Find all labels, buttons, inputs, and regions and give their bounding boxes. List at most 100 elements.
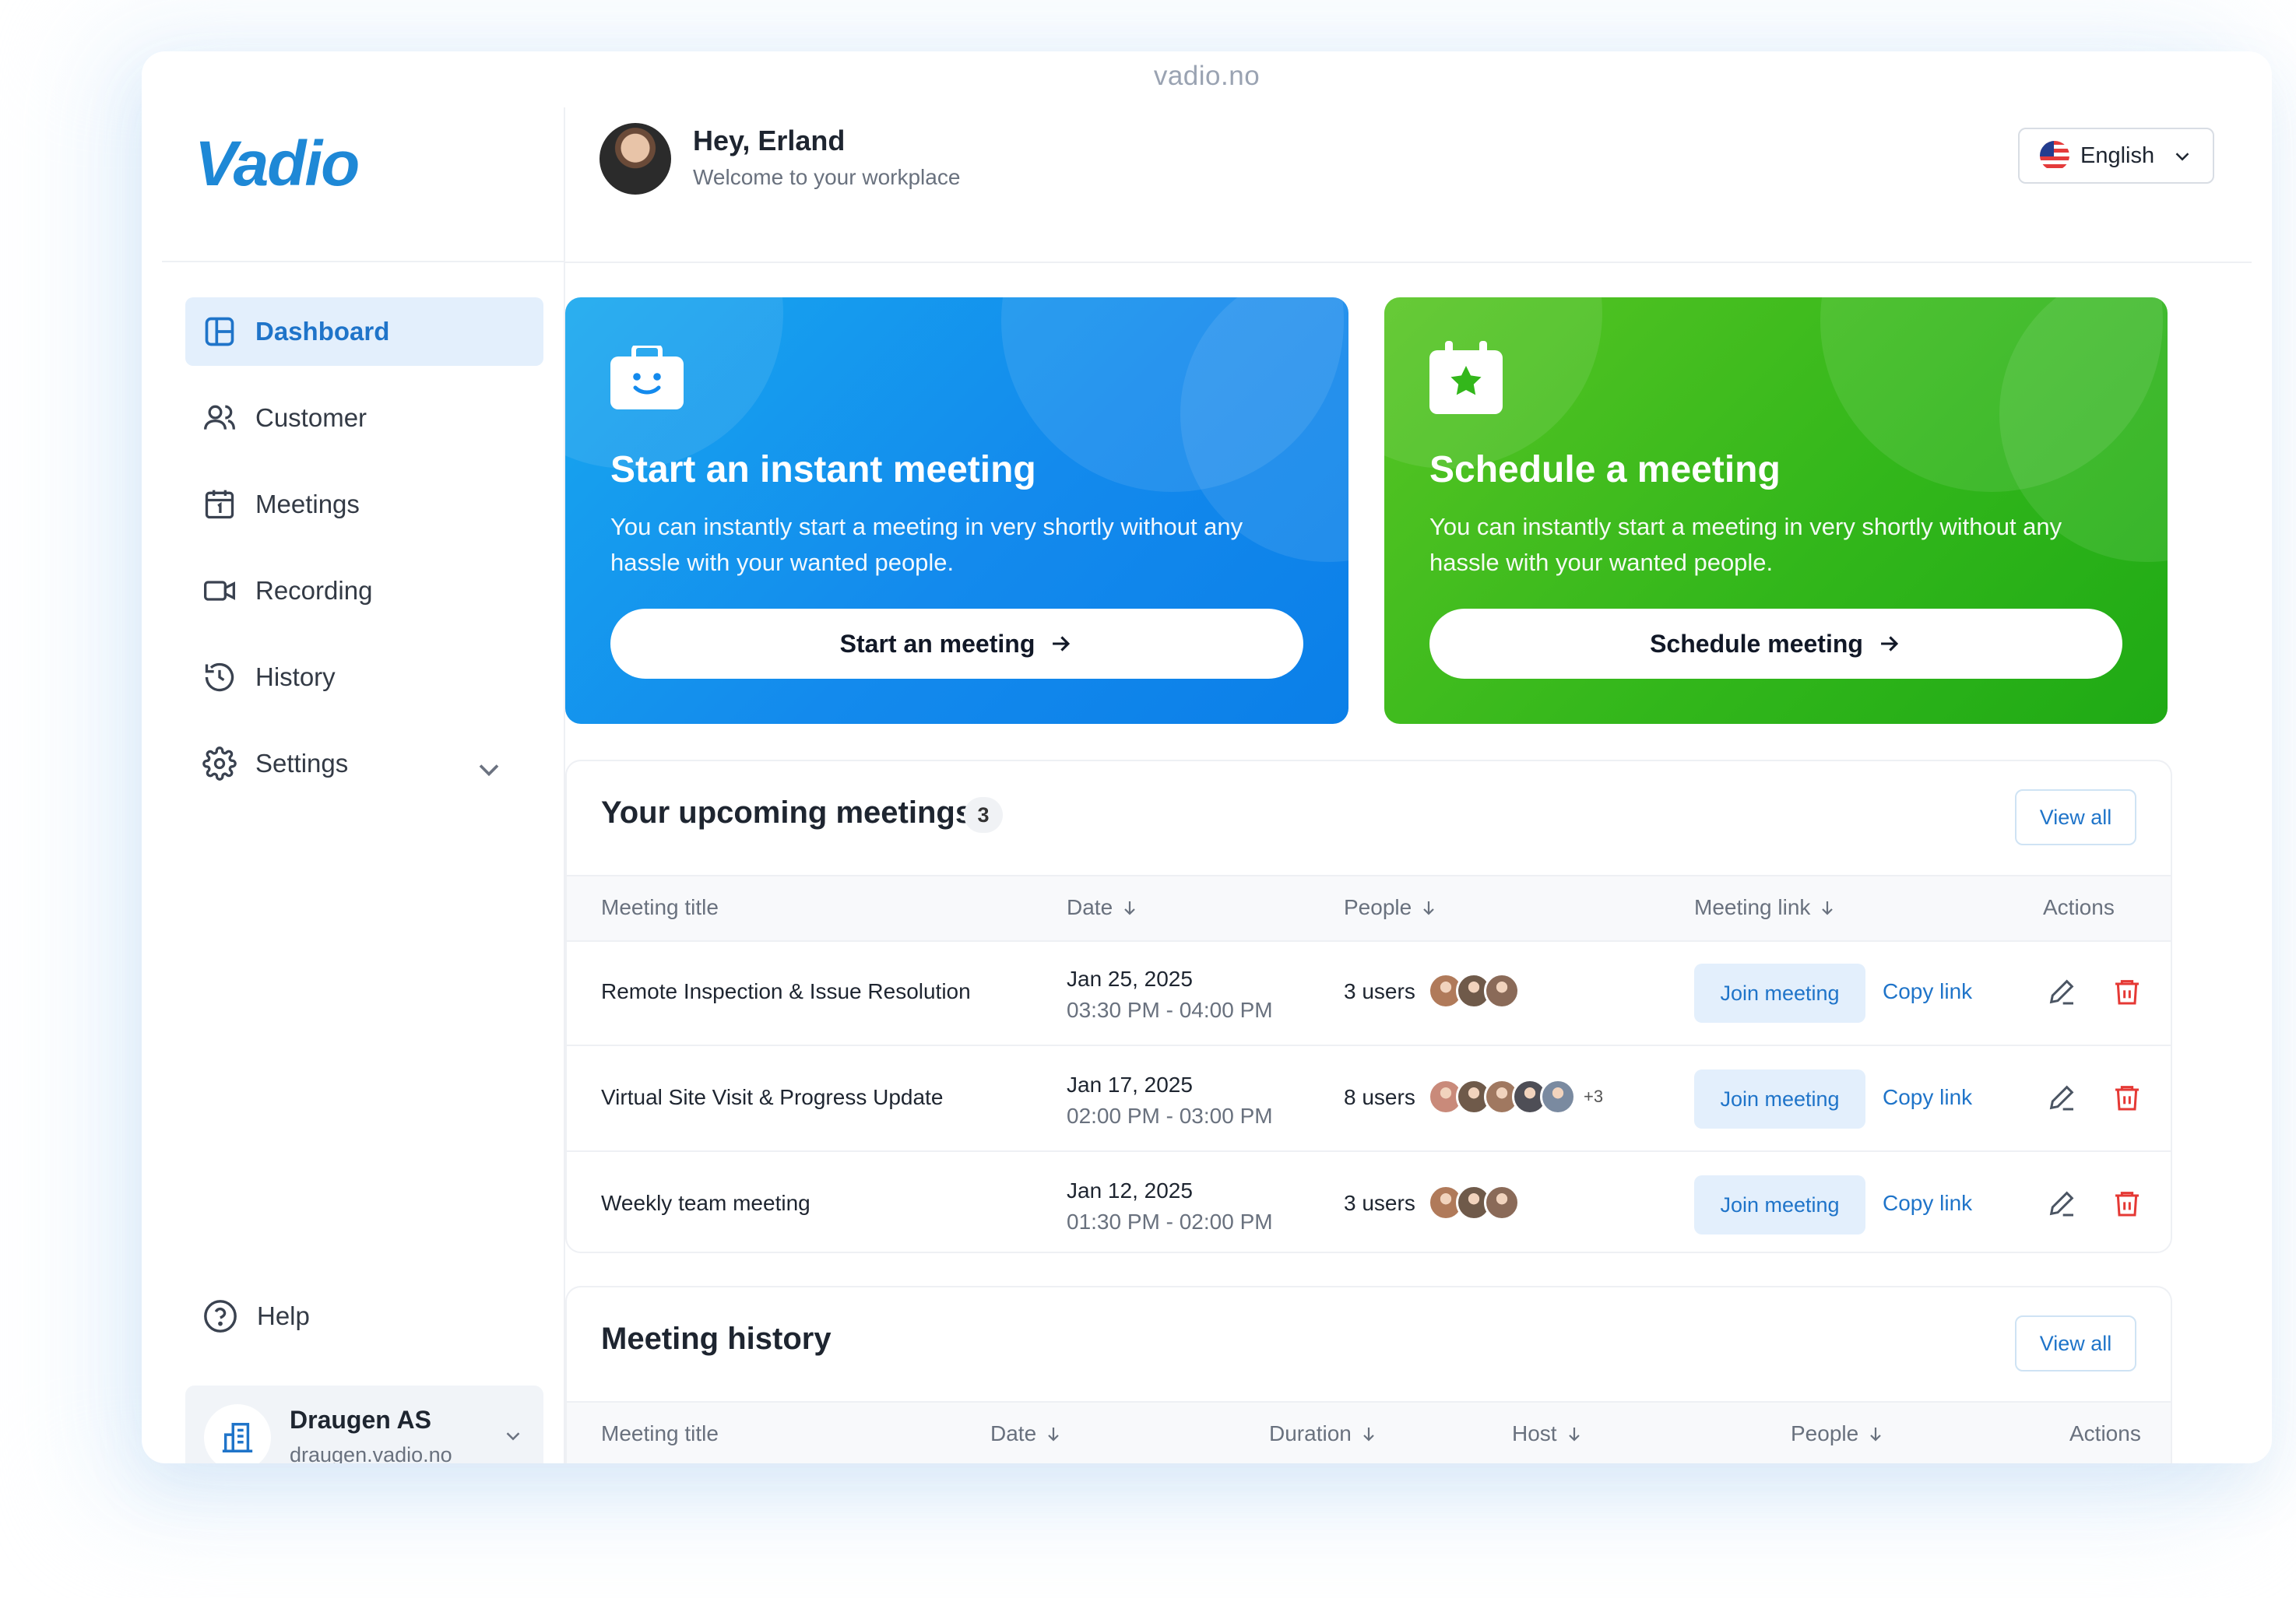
column-label: Date bbox=[990, 1421, 1037, 1445]
time-text: 01:30 PM - 02:00 PM bbox=[1067, 1210, 1273, 1234]
help-link[interactable]: Help bbox=[202, 1298, 310, 1334]
browser-window: vadio.no Vadio Dashboard Customer Meetin… bbox=[142, 51, 2272, 1463]
meeting-history-panel: Meeting history View all Meeting title D… bbox=[565, 1286, 2172, 1463]
participant-avatar bbox=[1484, 973, 1520, 1009]
column-header-host[interactable]: Host bbox=[1512, 1421, 1584, 1446]
more-participants-count: +3 bbox=[1584, 1087, 1604, 1106]
welcome-text: Welcome to your workplace bbox=[693, 165, 961, 189]
join-meeting-button[interactable]: Join meeting bbox=[1694, 964, 1865, 1023]
table-row: Remote Inspection & Issue Resolution Jan… bbox=[567, 940, 2171, 1046]
time-text: 03:30 PM - 04:00 PM bbox=[1067, 998, 1273, 1022]
trash-icon[interactable] bbox=[2111, 1082, 2143, 1113]
copy-link[interactable]: Copy link bbox=[1883, 979, 1972, 1004]
layout-icon bbox=[205, 317, 234, 346]
sidebar-item-settings[interactable]: Settings bbox=[185, 729, 543, 798]
date-text: Jan 17, 2025 bbox=[1067, 1073, 1193, 1097]
card-title: Start an instant meeting bbox=[610, 449, 1036, 490]
sidebar: Vadio Dashboard Customer Meetings Record… bbox=[162, 107, 565, 1463]
column-label: Meeting link bbox=[1694, 895, 1811, 919]
column-header: Meeting title bbox=[601, 895, 719, 920]
trash-icon[interactable] bbox=[2111, 1188, 2143, 1219]
date-text: Jan 25, 2025 bbox=[1067, 967, 1193, 991]
sort-arrow-icon bbox=[1423, 901, 1434, 915]
sidebar-item-dashboard[interactable]: Dashboard bbox=[185, 297, 543, 366]
chevron-down-icon bbox=[506, 1432, 520, 1441]
table-row: Virtual Site Visit & Progress Update Jan… bbox=[567, 1046, 2171, 1152]
column-label: Actions bbox=[2069, 1421, 2141, 1445]
language-select[interactable]: English bbox=[2018, 128, 2214, 184]
column-label: People bbox=[1344, 895, 1412, 919]
users-icon bbox=[204, 405, 235, 430]
sidebar-item-customer[interactable]: Customer bbox=[185, 384, 543, 452]
card-title: Schedule a meeting bbox=[1429, 449, 1781, 490]
pencil-icon[interactable] bbox=[2046, 976, 2077, 1007]
sidebar-item-label: Settings bbox=[255, 749, 349, 778]
section-title: Meeting history bbox=[601, 1322, 832, 1356]
sidebar-item-label: Dashboard bbox=[255, 317, 390, 346]
organization-switcher[interactable]: Draugen AS draugen.vadio.no bbox=[185, 1386, 543, 1463]
calendar-star-icon bbox=[1429, 341, 1503, 414]
sidebar-item-label: History bbox=[255, 662, 336, 691]
sort-arrow-icon bbox=[1363, 1428, 1374, 1442]
sidebar-item-history[interactable]: History bbox=[185, 643, 543, 711]
column-header: Meeting title bbox=[601, 1421, 719, 1446]
pencil-icon[interactable] bbox=[2046, 1082, 2077, 1113]
column-header: Actions bbox=[2043, 895, 2115, 920]
chevron-down-icon bbox=[2175, 153, 2189, 161]
meeting-title: Virtual Site Visit & Progress Update bbox=[601, 1085, 944, 1109]
chevron-down-icon[interactable] bbox=[472, 753, 506, 787]
app: Vadio Dashboard Customer Meetings Record… bbox=[162, 107, 2252, 1463]
column-header-link[interactable]: Meeting link bbox=[1694, 895, 1837, 920]
table-header: Meeting title Date People Meeting link A… bbox=[567, 875, 2171, 942]
column-header-people[interactable]: People bbox=[1791, 1421, 1885, 1446]
card-description: You can instantly start a meeting in ver… bbox=[610, 513, 1243, 576]
vadio-logo[interactable]: Vadio bbox=[195, 128, 360, 201]
date-text: Jan 12, 2025 bbox=[1067, 1178, 1193, 1203]
schedule-meeting-button[interactable]: Schedule meeting bbox=[1429, 609, 2122, 679]
sort-arrow-icon bbox=[1124, 901, 1135, 915]
user-count: 3 users bbox=[1344, 979, 1415, 1003]
user-avatar[interactable] bbox=[599, 123, 671, 195]
view-all-button[interactable]: View all bbox=[2015, 789, 2136, 845]
sidebar-item-meetings[interactable]: Meetings bbox=[185, 470, 543, 539]
help-icon bbox=[204, 1300, 237, 1333]
sidebar-item-label: Recording bbox=[255, 576, 373, 605]
join-meeting-button[interactable]: Join meeting bbox=[1694, 1175, 1865, 1234]
join-meeting-button[interactable]: Join meeting bbox=[1694, 1069, 1865, 1129]
column-header-date[interactable]: Date bbox=[990, 1421, 1063, 1446]
arrow-right-icon bbox=[1881, 636, 1899, 651]
pencil-icon[interactable] bbox=[2046, 1188, 2077, 1219]
meeting-date: Jan 12, 2025 01:30 PM - 02:00 PM bbox=[1067, 1175, 1273, 1238]
top-bar: Hey, Erland Welcome to your workplace En… bbox=[565, 107, 2252, 263]
main-content: Hey, Erland Welcome to your workplace En… bbox=[565, 107, 2252, 1463]
history-icon bbox=[205, 662, 234, 692]
user-count: 3 users bbox=[1344, 1191, 1415, 1215]
column-label: Actions bbox=[2043, 895, 2115, 919]
table-row: Weekly team meeting Jan 12, 2025 01:30 PM… bbox=[567, 1152, 2171, 1252]
copy-link[interactable]: Copy link bbox=[1883, 1085, 1972, 1110]
time-text: 02:00 PM - 03:00 PM bbox=[1067, 1104, 1273, 1128]
gear-icon bbox=[202, 746, 237, 781]
start-meeting-button[interactable]: Start an meeting bbox=[610, 609, 1303, 679]
sort-arrow-icon bbox=[1568, 1428, 1580, 1442]
avatar-stack: +3 bbox=[1428, 1079, 1603, 1115]
avatar-stack bbox=[1428, 1185, 1520, 1220]
video-icon bbox=[204, 581, 235, 601]
column-header-date[interactable]: Date bbox=[1067, 895, 1139, 920]
column-label: Meeting title bbox=[601, 1421, 719, 1445]
meeting-title: Remote Inspection & Issue Resolution bbox=[601, 979, 971, 1003]
copy-link[interactable]: Copy link bbox=[1883, 1191, 1972, 1216]
view-all-button[interactable]: View all bbox=[2015, 1315, 2136, 1371]
arrow-right-icon bbox=[1053, 636, 1071, 651]
column-header-duration[interactable]: Duration bbox=[1269, 1421, 1378, 1446]
table-header: Meeting title Date Duration Host People … bbox=[567, 1401, 2171, 1463]
column-label: Host bbox=[1512, 1421, 1557, 1445]
sort-arrow-icon bbox=[1048, 1428, 1059, 1442]
participant-avatar bbox=[1540, 1079, 1576, 1115]
user-count: 8 users bbox=[1344, 1085, 1415, 1109]
trash-icon[interactable] bbox=[2111, 976, 2143, 1007]
schedule-meeting-card: Schedule a meeting You can instantly sta… bbox=[1384, 297, 2168, 724]
column-header-people[interactable]: People bbox=[1344, 895, 1438, 920]
sidebar-item-recording[interactable]: Recording bbox=[185, 557, 543, 625]
url-text[interactable]: vadio.no bbox=[142, 61, 2272, 92]
